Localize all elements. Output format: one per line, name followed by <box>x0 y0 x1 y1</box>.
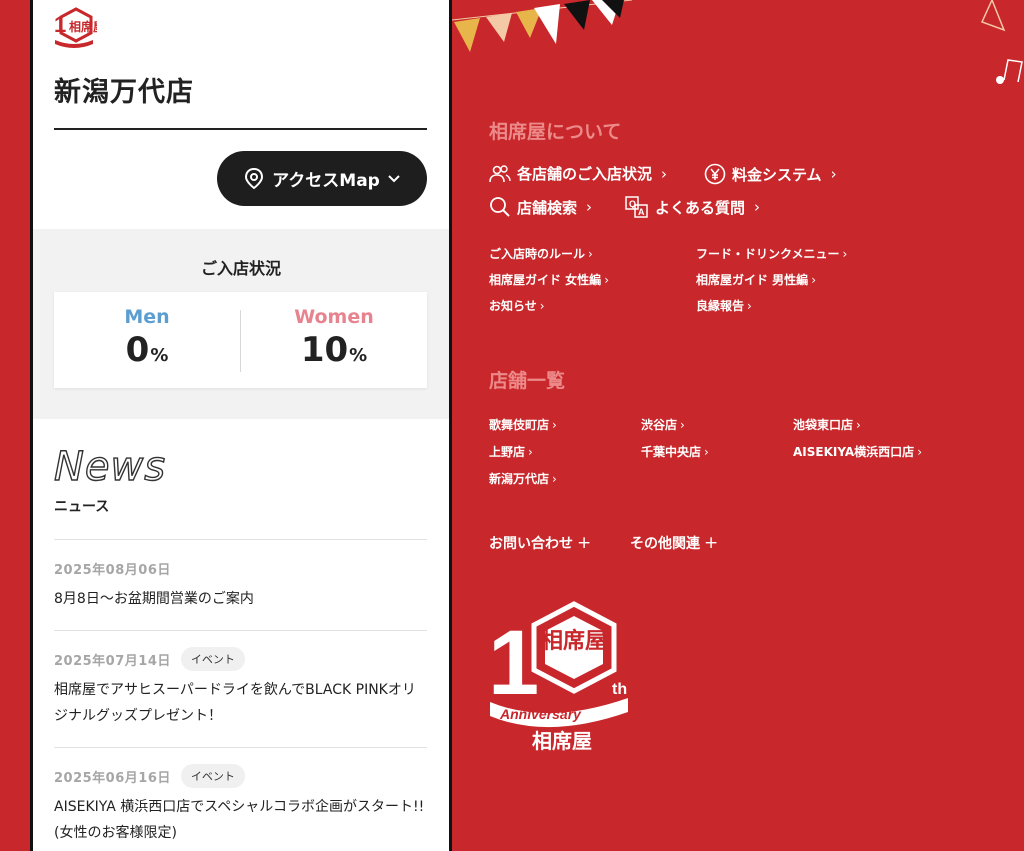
svg-text:1: 1 <box>488 612 539 714</box>
logo-anniversary-text: Anniversary <box>499 706 582 722</box>
plus-icon: + <box>704 533 719 553</box>
logo-brand-text: 相席屋 <box>532 729 592 753</box>
access-map-label: アクセスMap <box>272 171 380 191</box>
occupancy-title: ご入店状況 <box>200 259 281 278</box>
women-unit: % <box>349 345 368 366</box>
store-link-label: 上野店 <box>489 445 526 459</box>
store-link-ikebukuro[interactable]: 池袋東口店 › <box>793 416 861 433</box>
access-map-button[interactable]: アクセスMap <box>217 151 427 206</box>
svg-text:1: 1 <box>54 12 66 37</box>
page-title: 新潟万代店 <box>54 77 194 108</box>
store-link-chiba[interactable]: 千葉中央店 › <box>641 443 709 460</box>
news-date: 2025年08月06日 <box>54 562 171 578</box>
others-expand-button[interactable]: その他関連 + <box>630 533 718 553</box>
yen-icon <box>704 163 726 185</box>
about-section-title: 相席屋について <box>489 121 622 143</box>
faq-icon: Q A <box>625 196 648 218</box>
faq-link[interactable]: Q A よくある質問 › <box>625 196 760 218</box>
others-label: その他関連 <box>630 536 700 552</box>
store-search-label: 店舗検索 <box>517 198 578 217</box>
men-occupancy: Men 0% <box>54 306 240 370</box>
store-link-yokohama[interactable]: AISEKIYA横浜西口店 › <box>793 443 922 460</box>
occupancy-card: Men 0% Women 10% <box>54 292 427 388</box>
aisekiya-small-logo[interactable]: 1 相席屋 <box>51 6 97 52</box>
store-link-label: AISEKIYA横浜西口店 <box>793 445 915 459</box>
news-date: 2025年06月16日 <box>54 770 171 786</box>
store-link-niigata[interactable]: 新潟万代店 › <box>489 470 557 487</box>
store-link-kabukicho[interactable]: 歌舞伎町店 › <box>489 416 557 433</box>
title-divider <box>54 128 427 130</box>
news-item[interactable]: 2025年07月14日 イベント 相席屋でアサヒスーパードライを飲んでBLACK … <box>54 630 427 747</box>
notices-link[interactable]: お知らせ › <box>489 297 545 314</box>
store-link-label: 歌舞伎町店 <box>489 418 550 432</box>
pricing-label: 料金システム <box>732 165 822 184</box>
news-title[interactable]: AISEKIYA 横浜西口店でスペシャルコラボ企画がスタート!!(女性のお客様限… <box>54 794 427 846</box>
svg-text:A: A <box>638 207 645 217</box>
news-date: 2025年07月14日 <box>54 653 171 669</box>
good-match-report-link[interactable]: 良縁報告 › <box>696 297 752 314</box>
entry-rules-label: ご入店時のルール <box>489 247 586 261</box>
logo-mark-char-1: 相席屋 <box>541 628 607 654</box>
store-list-title: 店舗一覧 <box>489 370 566 392</box>
contact-label: お問い合わせ <box>489 536 573 552</box>
site-footer: 相席屋について 各店舗のご入店状況 › 料金システム › 店舗検索 › Q A よくあ <box>452 0 1024 851</box>
map-pin-icon <box>245 167 264 189</box>
news-item[interactable]: 2025年08月06日 8月8日～お盆期間営業のご案内 <box>54 539 427 630</box>
chevron-down-icon <box>388 174 400 182</box>
news-title[interactable]: 8月8日～お盆期間営業のご案内 <box>54 586 427 612</box>
women-value: 10 <box>300 330 349 370</box>
news-item[interactable]: 2025年06月16日 イベント AISEKIYA 横浜西口店でスペシャルコラボ企… <box>54 747 427 851</box>
store-link-label: 新潟万代店 <box>489 472 550 486</box>
news-category-tag: イベント <box>180 647 245 671</box>
guide-men-link[interactable]: 相席屋ガイド 男性編 › <box>696 271 816 288</box>
faq-label: よくある質問 <box>655 198 746 217</box>
entry-rules-link[interactable]: ご入店時のルール › <box>489 245 593 262</box>
men-label: Men <box>124 306 170 328</box>
aisekiya-10th-anniversary-logo: 1 相席屋 th Anniversary 相席屋 <box>488 601 628 753</box>
store-status-link[interactable]: 各店舗のご入店状況 › <box>489 163 667 184</box>
news-category-tag: イベント <box>180 764 245 788</box>
news-subheading: ニュース <box>54 499 110 515</box>
news-heading: News <box>53 443 167 490</box>
contact-expand-button[interactable]: お問い合わせ + <box>489 533 591 553</box>
store-link-label: 池袋東口店 <box>793 418 854 432</box>
notices-label: お知らせ <box>489 299 537 313</box>
svg-text:Q: Q <box>629 199 636 209</box>
plus-icon: + <box>577 533 592 553</box>
store-status-label: 各店舗のご入店状況 <box>517 165 653 183</box>
guide-women-label: 相席屋ガイド 女性編 <box>489 273 602 287</box>
news-list: 2025年08月06日 8月8日～お盆期間営業のご案内 2025年07月14日イ… <box>54 539 427 851</box>
women-label: Women <box>294 306 374 328</box>
store-search-link[interactable]: 店舗検索 › <box>489 196 592 218</box>
store-panel: 1 相席屋 新潟万代店 アクセスMap ご入店状況 Men 0% Women 1… <box>33 0 452 851</box>
men-unit: % <box>150 345 169 366</box>
store-link-label: 千葉中央店 <box>641 445 702 459</box>
logo-mark-text: 相席屋 <box>69 19 97 34</box>
guide-women-link[interactable]: 相席屋ガイド 女性編 › <box>489 271 609 288</box>
men-value: 0 <box>125 330 150 370</box>
food-drink-menu-label: フード・ドリンクメニュー <box>696 247 840 261</box>
left-background-strip <box>0 0 33 851</box>
women-occupancy: Women 10% <box>241 306 427 370</box>
search-icon <box>490 197 510 217</box>
store-link-ueno[interactable]: 上野店 › <box>489 443 533 460</box>
store-link-shibuya[interactable]: 渋谷店 › <box>641 416 685 433</box>
food-drink-menu-link[interactable]: フード・ドリンクメニュー › <box>696 245 847 262</box>
logo-suffix: th <box>612 681 627 698</box>
news-title[interactable]: 相席屋でアサヒスーパードライを飲んでBLACK PINKオリジナルグッズプレゼン… <box>54 677 427 729</box>
user-group-icon <box>489 164 511 182</box>
guide-men-label: 相席屋ガイド 男性編 <box>696 273 809 287</box>
store-link-label: 渋谷店 <box>641 418 678 432</box>
bunting-decoration-icon <box>452 0 1023 84</box>
pricing-link[interactable]: 料金システム › <box>704 163 837 185</box>
good-match-report-label: 良縁報告 <box>696 299 745 313</box>
occupancy-status-section: ご入店状況 Men 0% Women 10% <box>33 229 449 419</box>
